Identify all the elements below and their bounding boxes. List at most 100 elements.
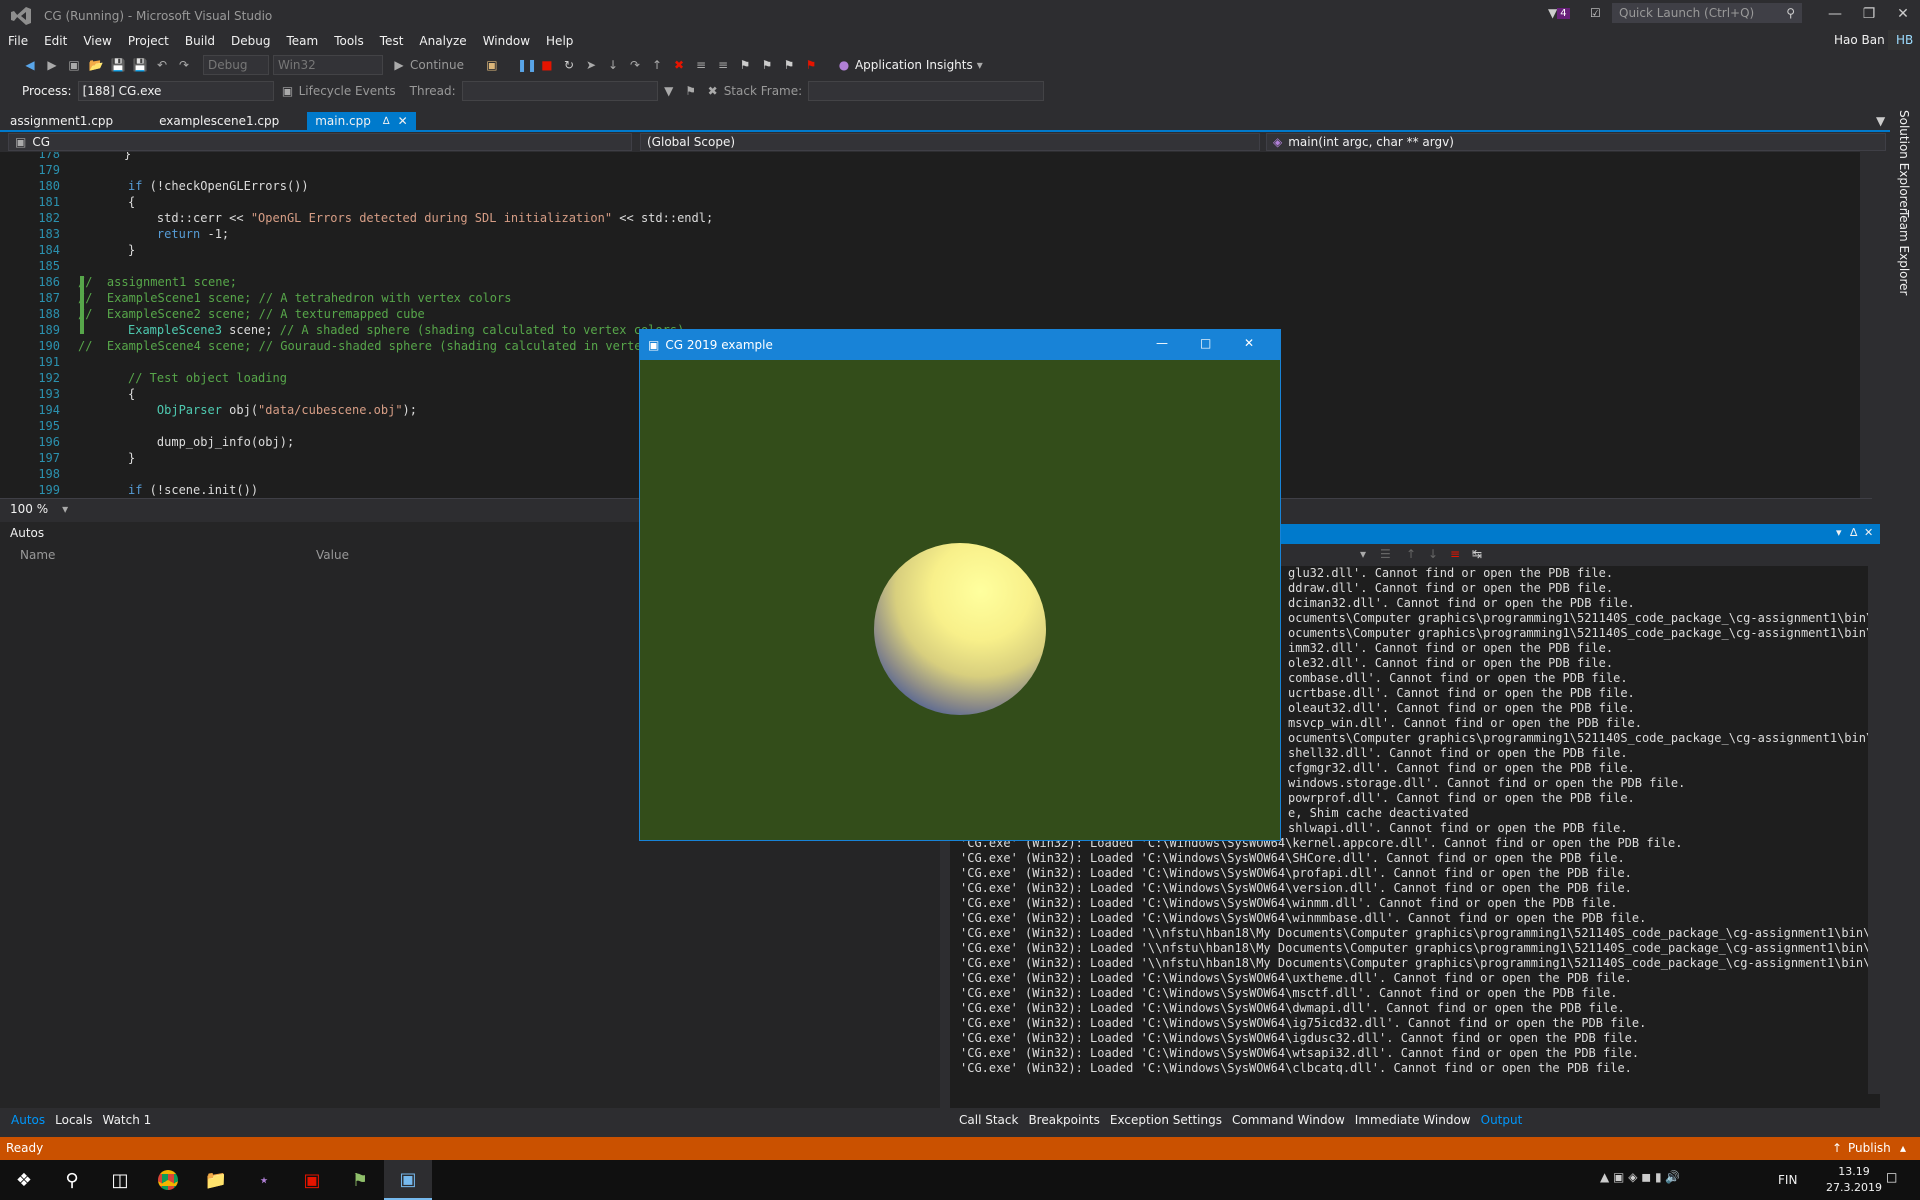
menu-build[interactable]: Build	[177, 34, 223, 48]
close-tab-icon[interactable]: ✕	[398, 114, 408, 128]
open-file-icon[interactable]: 📂	[88, 57, 104, 73]
tab-call-stack[interactable]: Call Stack	[954, 1108, 1023, 1132]
bookmark-icon[interactable]: ⚑	[737, 57, 753, 73]
prev-bookmark-icon[interactable]: ⚑	[759, 57, 775, 73]
expand-icon[interactable]: ✖	[705, 83, 721, 99]
zoom-level[interactable]: 100 %	[10, 502, 48, 516]
exceptions-icon[interactable]: ✖	[671, 57, 687, 73]
menu-help[interactable]: Help	[538, 34, 581, 48]
back-icon[interactable]: ◀	[22, 57, 38, 73]
code-line[interactable]: 182 std::cerr << "OpenGL Errors detected…	[0, 210, 1870, 226]
menu-project[interactable]: Project	[120, 34, 177, 48]
code-line[interactable]: 183 return -1;	[0, 226, 1870, 242]
tab-locals[interactable]: Locals	[50, 1108, 97, 1132]
platform-select[interactable]: Win32	[273, 55, 383, 75]
pdf-reader-icon[interactable]: ▣	[288, 1160, 336, 1200]
zoom-chevron-icon[interactable]: ▾	[62, 502, 68, 516]
filter-threads-icon[interactable]: ▼	[661, 83, 677, 99]
cg-app-window[interactable]: ▣ CG 2019 example — □ ✕	[639, 329, 1281, 841]
tab-command-window[interactable]: Command Window	[1227, 1108, 1350, 1132]
clear-bookmarks-icon[interactable]: ⚑	[803, 57, 819, 73]
undo-icon[interactable]: ↶	[154, 57, 170, 73]
task-view-icon[interactable]: ◫	[96, 1160, 144, 1200]
application-insights-button[interactable]: Application Insights	[855, 58, 973, 72]
tab-immediate-window[interactable]: Immediate Window	[1350, 1108, 1476, 1132]
step-out-icon[interactable]: ↑	[649, 57, 665, 73]
word-wrap-icon[interactable]: ↹	[1472, 547, 1482, 561]
next-bookmark-icon[interactable]: ⚑	[781, 57, 797, 73]
forward-icon[interactable]: ▶	[44, 57, 60, 73]
flag-threads-icon[interactable]: ⚑	[683, 83, 699, 99]
close-button[interactable]: ✕	[1886, 0, 1920, 28]
menu-analyze[interactable]: Analyze	[411, 34, 474, 48]
menu-test[interactable]: Test	[372, 34, 412, 48]
code-line[interactable]: 187 // ExampleScene1 scene; // A tetrahed…	[0, 290, 1870, 306]
editor-scrollbar[interactable]	[1860, 152, 1872, 498]
team-explorer-tab[interactable]: Team Explorer	[1897, 210, 1911, 296]
function-dropdown[interactable]: ◈ main(int argc, char ** argv)	[1266, 133, 1886, 151]
pause-icon[interactable]: ❚❚	[517, 57, 537, 73]
tab-watch1[interactable]: Watch 1	[97, 1108, 156, 1132]
save-all-icon[interactable]: 💾	[132, 57, 148, 73]
new-project-icon[interactable]: ▣	[66, 57, 82, 73]
pin-panel-icon[interactable]: ∆	[1850, 526, 1857, 539]
user-name[interactable]: Hao Ban	[1826, 33, 1893, 47]
language-indicator[interactable]: FIN	[1778, 1173, 1797, 1187]
cg-app-icon[interactable]: ▣	[384, 1160, 432, 1200]
code-line[interactable]: 178}	[0, 152, 1870, 162]
menu-view[interactable]: View	[75, 34, 119, 48]
code-line[interactable]: 186 // assignment1 scene;	[0, 274, 1870, 290]
scope-dropdown[interactable]: (Global Scope)	[640, 133, 1260, 151]
prev-message-icon[interactable]: ↑	[1406, 547, 1416, 561]
code-line[interactable]: 179	[0, 162, 1870, 178]
code-line[interactable]: 184}	[0, 242, 1870, 258]
chevron-down-icon[interactable]: ▾	[977, 58, 983, 72]
code-line[interactable]: 181 {	[0, 194, 1870, 210]
restart-icon[interactable]: ↻	[561, 57, 577, 73]
close-panel-icon[interactable]: ✕	[1864, 526, 1873, 539]
restore-button[interactable]: ❐	[1852, 0, 1886, 28]
app-minimize-button[interactable]: —	[1156, 336, 1168, 350]
clear-all-icon[interactable]: ≡	[1450, 547, 1460, 561]
menu-file[interactable]: File	[0, 34, 36, 48]
publish-chevron-icon[interactable]: ▴	[1900, 1137, 1906, 1160]
continue-button[interactable]: Continue	[410, 58, 464, 72]
menu-tools[interactable]: Tools	[326, 34, 372, 48]
menu-window[interactable]: Window	[475, 34, 538, 48]
chrome-icon[interactable]	[144, 1160, 192, 1200]
source-chevron-icon[interactable]: ▾	[1360, 547, 1366, 561]
app-title-bar[interactable]: ▣ CG 2019 example — □ ✕	[640, 330, 1280, 360]
app-close-button[interactable]: ✕	[1244, 336, 1254, 350]
show-next-statement-icon[interactable]: ➤	[583, 57, 599, 73]
tab-list-chevron-icon[interactable]: ▼	[1876, 114, 1885, 128]
tab-examplescene1[interactable]: examplescene1.cpp	[149, 112, 289, 130]
project-dropdown[interactable]: ▣ CG	[8, 133, 632, 151]
quick-launch-input[interactable]: Quick Launch (Ctrl+Q) ⚲	[1612, 3, 1802, 23]
process-select[interactable]: [188] CG.exe	[77, 81, 274, 101]
feedback-icon[interactable]: ☑	[1590, 6, 1601, 20]
menu-edit[interactable]: Edit	[36, 34, 75, 48]
thread-select[interactable]	[461, 81, 658, 101]
uncomment-icon[interactable]: ≡	[715, 57, 731, 73]
stack-frame-select[interactable]	[808, 81, 1045, 101]
step-over-icon[interactable]: ↷	[627, 57, 643, 73]
save-icon[interactable]: 💾	[110, 57, 126, 73]
comment-icon[interactable]: ≡	[693, 57, 709, 73]
pin-icon[interactable]: ∆	[383, 116, 390, 127]
minimize-button[interactable]: —	[1818, 0, 1852, 28]
tab-breakpoints[interactable]: Breakpoints	[1023, 1108, 1104, 1132]
step-into-icon[interactable]: ↓	[605, 57, 621, 73]
publish-button[interactable]: Publish	[1848, 1137, 1891, 1160]
visual-studio-icon[interactable]: ⋆	[240, 1160, 288, 1200]
window-position-icon[interactable]: ▾	[1836, 526, 1842, 539]
redo-icon[interactable]: ↷	[176, 57, 192, 73]
value-column-header[interactable]: Value	[316, 548, 349, 562]
continue-icon[interactable]: ▶	[391, 57, 407, 73]
output-scrollbar[interactable]	[1868, 566, 1880, 1094]
code-line[interactable]: 185	[0, 258, 1870, 274]
menu-debug[interactable]: Debug	[223, 34, 278, 48]
stop-icon[interactable]: ■	[539, 57, 555, 73]
find-icon[interactable]: ☰	[1380, 547, 1391, 561]
tab-exception-settings[interactable]: Exception Settings	[1105, 1108, 1227, 1132]
code-line[interactable]: 188 // ExampleScene2 scene; // A texturem…	[0, 306, 1870, 322]
